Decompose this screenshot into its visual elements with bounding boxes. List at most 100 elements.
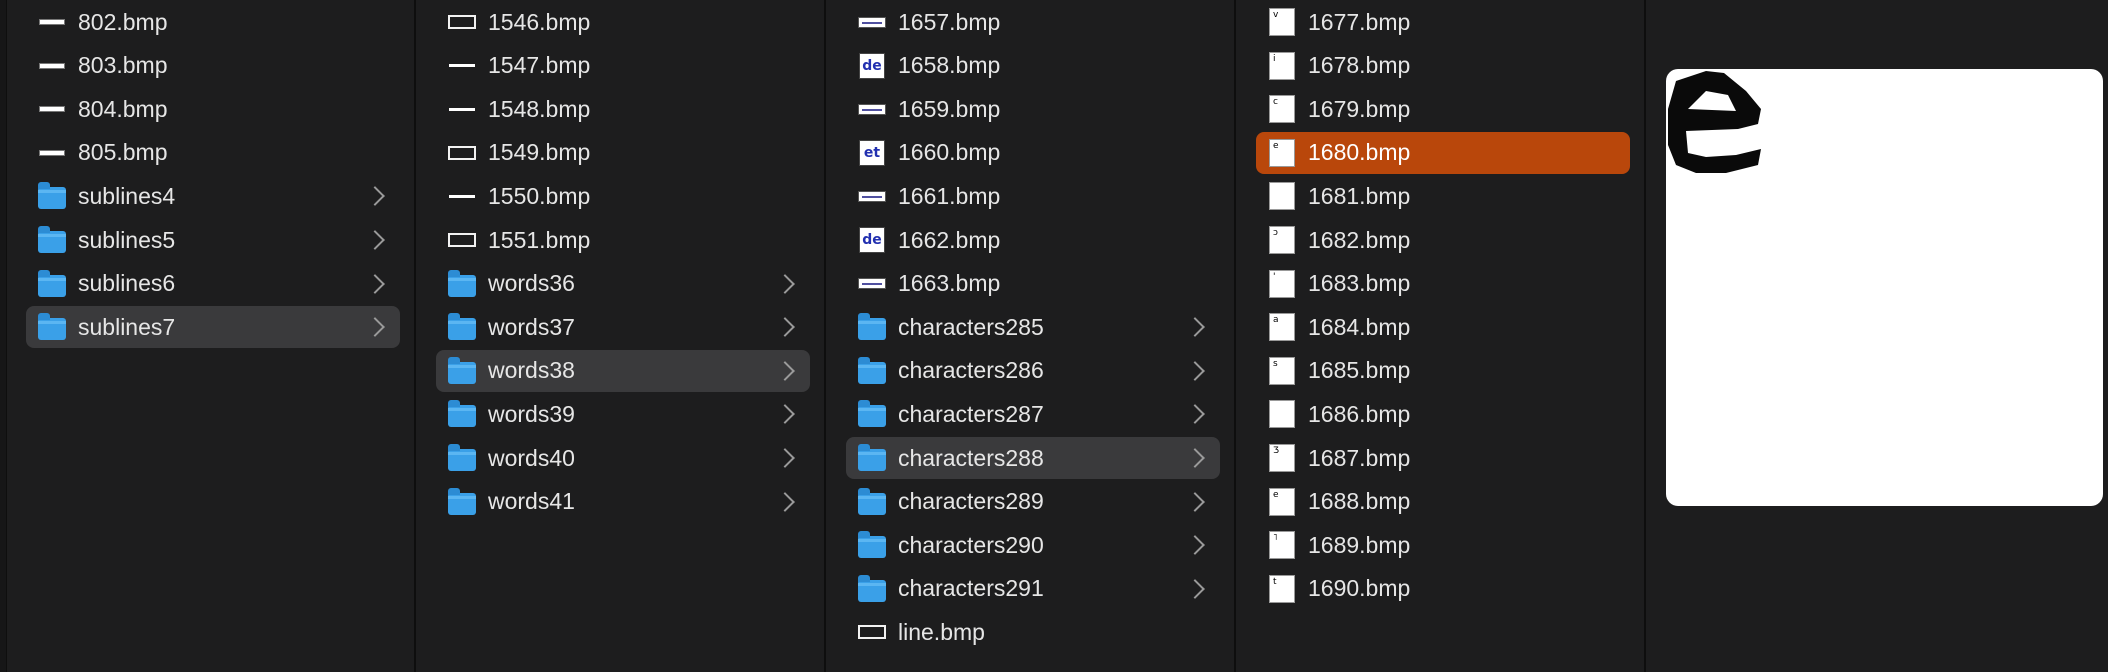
file-thumbnail-icon: et	[858, 139, 886, 167]
item-label: 1680.bmp	[1308, 139, 1411, 166]
item-label: 1686.bmp	[1308, 400, 1411, 427]
file-item[interactable]: a 1684.bmp	[1256, 306, 1630, 348]
file-item[interactable]: 805.bmp	[26, 132, 400, 174]
file-item[interactable]: 1661.bmp	[846, 175, 1220, 217]
folder-icon	[38, 269, 66, 298]
item-label: 1688.bmp	[1308, 488, 1411, 515]
item-label: characters286	[898, 357, 1044, 384]
thumbnail-shape	[39, 19, 65, 25]
file-item[interactable]: 1686.bmp	[1256, 393, 1630, 435]
file-item[interactable]: 1550.bmp	[436, 175, 810, 217]
file-item[interactable]: 1551.bmp	[436, 219, 810, 261]
file-thumbnail-icon	[448, 139, 476, 167]
file-item[interactable]: 1659.bmp	[846, 88, 1220, 130]
file-item[interactable]: 803.bmp	[26, 45, 400, 87]
thumbnail-shape	[858, 444, 886, 471]
item-label: 1679.bmp	[1308, 95, 1411, 122]
folder-item[interactable]: sublines7	[26, 306, 400, 349]
folder-item[interactable]: characters289	[846, 481, 1220, 523]
thumbnail-shape: ɔ	[1269, 226, 1295, 254]
folder-item[interactable]: characters291	[846, 568, 1220, 610]
thumbnail-shape: et	[859, 139, 885, 166]
thumbnail-shape	[448, 145, 476, 160]
thumbnail-shape	[449, 194, 475, 198]
file-item[interactable]: et 1660.bmp	[846, 132, 1220, 174]
file-thumbnail-icon: a	[1268, 313, 1296, 342]
item-label: 1659.bmp	[898, 95, 1001, 122]
file-item[interactable]: 1663.bmp	[846, 263, 1220, 305]
file-thumbnail-icon: ɔ	[1268, 226, 1296, 254]
folder-icon	[38, 226, 66, 254]
folder-item[interactable]: words37	[436, 306, 810, 348]
file-item[interactable]: 1548.bmp	[436, 88, 810, 130]
file-item[interactable]: line.bmp	[846, 611, 1220, 653]
file-item[interactable]: c 1679.bmp	[1256, 88, 1630, 130]
folder-item[interactable]: characters285	[846, 306, 1220, 348]
file-thumbnail-icon: e	[1268, 138, 1296, 167]
file-item[interactable]: 804.bmp	[26, 88, 400, 130]
thumbnail-shape	[1269, 182, 1295, 211]
file-item[interactable]: i 1678.bmp	[1256, 45, 1630, 87]
folder-item[interactable]: words39	[436, 393, 810, 435]
file-item[interactable]: de 1658.bmp	[846, 45, 1220, 87]
file-item[interactable]: ˥ 1689.bmp	[1256, 524, 1630, 566]
chevron-right-icon	[365, 273, 385, 294]
file-item[interactable]: 1546.bmp	[436, 1, 810, 43]
folder-item[interactable]: words41	[436, 481, 810, 523]
thumbnail-shape	[38, 313, 66, 341]
item-label: 1547.bmp	[488, 52, 591, 79]
chevron-right-icon	[1185, 317, 1205, 338]
chevron-right-icon	[775, 317, 795, 338]
file-item[interactable]: 1681.bmp	[1256, 175, 1630, 217]
thumbnail-shape	[38, 182, 66, 210]
file-thumbnail-icon	[38, 139, 66, 167]
folder-item[interactable]: words36	[436, 263, 810, 305]
folder-item[interactable]: characters288	[846, 437, 1220, 479]
file-item[interactable]: ɔ 1682.bmp	[1256, 219, 1630, 261]
folder-item[interactable]: sublines6	[26, 263, 400, 305]
file-thumbnail-icon	[858, 270, 886, 298]
folder-item[interactable]: characters286	[846, 350, 1220, 392]
file-item[interactable]: ' 1683.bmp	[1256, 263, 1630, 305]
item-label: 804.bmp	[78, 95, 168, 122]
thumbnail-shape	[858, 400, 886, 428]
folder-item[interactable]: words38	[436, 349, 810, 392]
file-thumbnail-icon	[858, 182, 886, 210]
file-item[interactable]: 1549.bmp	[436, 132, 810, 174]
folder-icon	[38, 313, 66, 341]
column-3[interactable]: 1657.bmp de 1658.bmp 1659.bmp et 1660.bmp 1661…	[826, 0, 1236, 672]
file-thumbnail-icon: '	[1268, 269, 1296, 298]
file-item[interactable]: v 1677.bmp	[1256, 1, 1630, 43]
folder-item[interactable]: sublines5	[26, 219, 400, 261]
chevron-right-icon	[775, 273, 795, 294]
file-thumbnail-icon: t	[1268, 574, 1296, 603]
folder-item[interactable]: characters287	[846, 393, 1220, 435]
file-thumbnail-icon	[858, 95, 886, 123]
file-item[interactable]: de 1662.bmp	[846, 219, 1220, 261]
file-item[interactable]: t 1690.bmp	[1256, 568, 1630, 610]
folder-item[interactable]: words40	[436, 437, 810, 479]
chevron-right-icon	[775, 404, 795, 425]
file-thumbnail-icon: ˥	[1268, 531, 1296, 560]
column-1[interactable]: 802.bmp 803.bmp 804.bmp 805.bmp sublines4 sub…	[6, 0, 416, 672]
folder-item[interactable]: characters290	[846, 524, 1220, 566]
file-item[interactable]: 1547.bmp	[436, 45, 810, 87]
file-thumbnail-icon	[1268, 182, 1296, 211]
file-item[interactable]: Ʒ 1687.bmp	[1256, 437, 1630, 479]
file-item[interactable]: 802.bmp	[26, 1, 400, 43]
file-item[interactable]: s 1685.bmp	[1256, 350, 1630, 392]
column-2[interactable]: 1546.bmp 1547.bmp 1548.bmp 1549.bmp 1550.bmp…	[416, 0, 826, 672]
item-label: 1546.bmp	[488, 8, 591, 35]
file-thumbnail-icon: s	[1268, 356, 1296, 385]
file-thumbnail-icon	[858, 8, 886, 36]
column-4[interactable]: v 1677.bmp i 1678.bmp c 1679.bmp e 1680.bmp 1681…	[1236, 0, 1646, 672]
thumbnail-shape	[448, 269, 476, 297]
file-item[interactable]: e 1680.bmp	[1256, 131, 1630, 174]
file-item[interactable]: e 1688.bmp	[1256, 481, 1630, 523]
thumbnail-shape	[39, 149, 65, 156]
file-item[interactable]: 1657.bmp	[846, 1, 1220, 43]
chevron-right-icon	[1185, 404, 1205, 425]
folder-item[interactable]: sublines4	[26, 175, 400, 217]
item-label: 1682.bmp	[1308, 226, 1411, 253]
folder-icon	[448, 269, 476, 298]
